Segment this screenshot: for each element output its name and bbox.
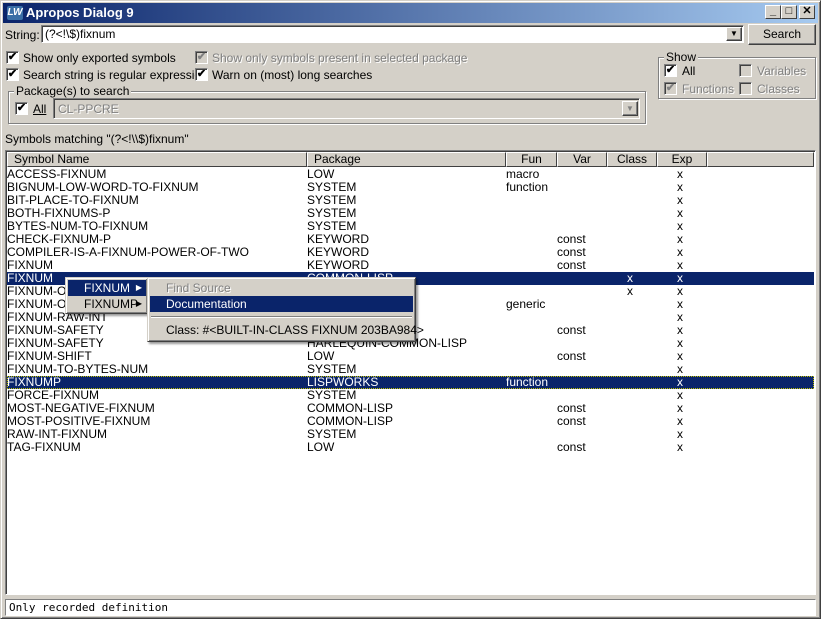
regex-checkbox[interactable]: ✔ xyxy=(6,68,19,81)
title-bar[interactable]: LW Apropos Dialog 9 xyxy=(3,3,818,23)
show-classes-checkbox xyxy=(739,82,752,95)
cell-fun: generic xyxy=(506,297,546,311)
close-button[interactable]: ✕ xyxy=(799,5,815,19)
cell-var: const xyxy=(557,323,586,337)
minimize-button[interactable]: _ xyxy=(765,5,781,19)
package-select: CL-PPCRE ▼ xyxy=(53,98,640,119)
cell-fun: function xyxy=(506,375,549,389)
cell-pkg: LOW xyxy=(307,440,335,454)
show-functions-label: Functions xyxy=(682,82,735,96)
table-row[interactable]: BYTES-NUM-TO-FIXNUM SYSTEM x xyxy=(7,220,814,233)
column-class[interactable]: Class xyxy=(607,152,657,167)
context-menu: FIXNUM ▶ FIXNUMP ▶ xyxy=(65,277,148,314)
table-row[interactable]: FIXNUM-TO-BYTES-NUM SYSTEM x xyxy=(7,363,814,376)
cell-var: const xyxy=(557,258,586,272)
cell-exp: x xyxy=(677,440,683,454)
string-history-dropdown[interactable]: ▼ xyxy=(726,27,742,41)
search-button[interactable]: Search xyxy=(748,24,816,45)
table-row[interactable]: FIXNUM KEYWORD const x xyxy=(7,259,814,272)
status-bar: Only recorded definition xyxy=(5,599,816,616)
column-exp[interactable]: Exp xyxy=(657,152,707,167)
show-variables-checkbox xyxy=(739,64,752,77)
cell-var: const xyxy=(557,440,586,454)
present-checkbox: ✔ xyxy=(195,51,208,64)
cell-name: TAG-FIXNUM xyxy=(7,440,81,454)
chevron-down-icon: ▼ xyxy=(730,29,738,38)
menu-item-fixnump[interactable]: FIXNUMP ▶ xyxy=(68,296,146,312)
table-row[interactable]: RAW-INT-FIXNUM SYSTEM x xyxy=(7,428,814,441)
package-dropdown: ▼ xyxy=(622,101,638,116)
cell-var: const xyxy=(557,349,586,363)
table-row[interactable]: TAG-FIXNUM LOW const x xyxy=(7,441,814,454)
show-classes-label: Classes xyxy=(757,82,800,96)
show-all-label: All xyxy=(682,64,696,78)
menu-item-class-info[interactable]: Class: #<BUILT-IN-CLASS FIXNUM 203BA984> xyxy=(150,322,424,338)
menu-item-documentation[interactable]: Documentation xyxy=(150,296,413,312)
menu-item-find-source: Find Source xyxy=(166,281,231,295)
string-input[interactable]: (?<!\$)fixnum ▼ xyxy=(41,25,744,43)
lispworks-logo-icon: LW xyxy=(7,6,23,20)
warn-label: Warn on (most) long searches xyxy=(212,68,373,82)
string-value: (?<!\$)fixnum xyxy=(45,27,116,41)
present-label: Show only symbols present in selected pa… xyxy=(212,51,468,65)
column-package[interactable]: Package xyxy=(307,152,506,167)
context-submenu: Find Source Documentation Class: #<BUILT… xyxy=(147,277,424,342)
matching-label: Symbols matching "(?<!\\$)fixnum" xyxy=(5,132,189,146)
show-group-label: Show xyxy=(664,50,699,64)
window-title: Apropos Dialog 9 xyxy=(26,5,134,20)
table-row[interactable]: BIT-PLACE-TO-FIXNUM SYSTEM x xyxy=(7,194,814,207)
warn-checkbox[interactable]: ✔ xyxy=(195,68,208,81)
column-filler xyxy=(707,152,814,167)
column-fun[interactable]: Fun xyxy=(506,152,557,167)
regex-label: Search string is regular expression xyxy=(23,68,208,82)
exported-checkbox[interactable]: ✔ xyxy=(6,51,19,64)
maximize-button[interactable]: □ xyxy=(781,5,797,19)
column-symbol-name[interactable]: Symbol Name xyxy=(7,152,307,167)
menu-item-fixnum[interactable]: FIXNUM ▶ xyxy=(68,280,146,296)
package-select-value: CL-PPCRE xyxy=(58,102,119,116)
menu-separator xyxy=(151,316,412,318)
packages-all-label: All xyxy=(33,102,47,116)
table-row[interactable]: FIXNUMP LISPWORKS function x xyxy=(7,376,814,389)
cell-fun: function xyxy=(506,180,549,194)
cell-cls: x xyxy=(627,284,633,298)
submenu-arrow-icon: ▶ xyxy=(135,299,142,308)
column-var[interactable]: Var xyxy=(557,152,607,167)
chevron-down-icon: ▼ xyxy=(626,104,634,113)
cell-var: const xyxy=(557,414,586,428)
packages-group-label: Package(s) to search xyxy=(14,84,132,98)
menu-item-label: FIXNUMP xyxy=(84,297,138,311)
show-all-checkbox[interactable]: ✔ xyxy=(664,64,677,77)
table-row[interactable]: MOST-POSITIVE-FIXNUM COMMON-LISP const x xyxy=(7,415,814,428)
packages-all-checkbox[interactable]: ✔ xyxy=(15,102,28,115)
show-variables-label: Variables xyxy=(757,64,807,78)
table-row[interactable]: COMPILER-IS-A-FIXNUM-POWER-OF-TWO KEYWORD… xyxy=(7,246,814,259)
menu-item-label: FIXNUM xyxy=(84,281,130,295)
submenu-arrow-icon: ▶ xyxy=(135,283,142,292)
exported-label: Show only exported symbols xyxy=(23,51,176,65)
show-functions-checkbox: ✔ xyxy=(664,82,677,95)
string-label: String: xyxy=(5,28,40,42)
